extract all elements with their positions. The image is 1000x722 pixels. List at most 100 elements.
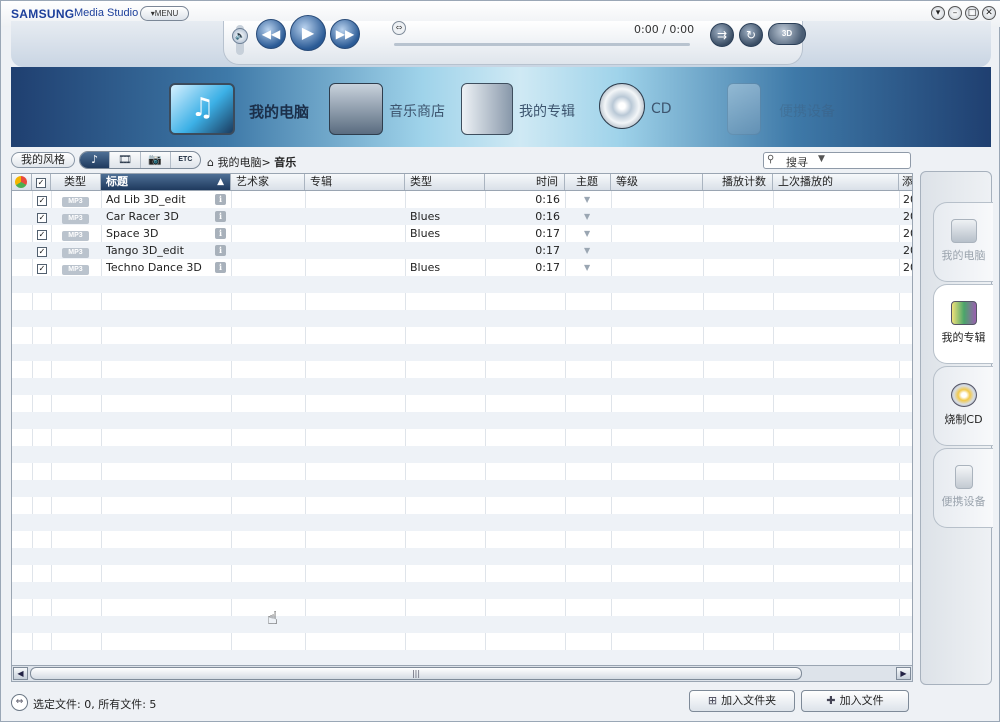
app-window: SAMSUNG Media Studio ▾MENU ▾ – □ ✕ 🔈 ◀◀ … [0,0,1000,722]
cell-time: 0:16 [535,210,560,223]
column-type[interactable]: 类型 [51,174,101,190]
breadcrumb-current: 音乐 [274,156,297,169]
filter-etc[interactable]: ETC [171,152,200,168]
info-icon[interactable]: i [215,245,226,256]
info-icon[interactable]: i [215,262,226,273]
row-checkbox[interactable]: ✓ [37,196,47,206]
column-album[interactable]: 专辑 [305,174,405,190]
column-select-all[interactable]: ✓ [32,174,51,190]
tab-portable-device[interactable]: 便携设备 [933,448,993,528]
file-table: ✓ 类型 标题 ▲ 艺术家 专辑 类型 时间 主题 等级 播放计数 上次播放的 添… [11,173,913,666]
cell-time: 0:17 [535,244,560,257]
shuffle-button[interactable]: ↻ [739,23,763,47]
theme-dropdown-icon[interactable]: ▼ [584,259,590,276]
info-icon[interactable]: i [215,211,226,222]
column-artist[interactable]: 艺术家 [231,174,305,190]
column-color-icon[interactable] [12,174,32,190]
tab-my-computer[interactable]: 我的电脑 [933,202,993,282]
filter-music-icon[interactable]: ♪ [80,152,111,168]
banner-my-album[interactable]: 我的专辑 [461,83,591,139]
column-rating[interactable]: 等级 [611,174,703,190]
banner-my-computer[interactable]: ♫ 我的电脑 [169,83,329,139]
column-genre[interactable]: 类型 [405,174,485,190]
column-play-count[interactable]: 播放计数 [703,174,773,190]
product-name: Media Studio [74,7,139,19]
progress-bar[interactable] [394,43,690,46]
select-all-checkbox[interactable]: ✓ [36,178,46,188]
minimize-button[interactable]: – [948,6,962,20]
home-icon[interactable]: ⌂ [207,156,214,169]
music-store-icon [329,83,383,135]
column-title[interactable]: 标题 ▲ [101,174,231,190]
banner-portable[interactable]: 便携设备 [727,83,857,139]
maximize-button[interactable]: □ [965,6,979,20]
theme-dropdown-icon[interactable]: ▼ [584,225,590,242]
column-added[interactable]: 添 [899,174,912,190]
album-icon [950,301,977,325]
theme-dropdown-icon[interactable]: ▼ [584,208,590,225]
3d-sound-button[interactable]: 3D [768,23,806,45]
volume-slider[interactable]: 🔈 [232,25,248,55]
breadcrumb-root[interactable]: 我的电脑 [217,156,261,169]
add-file-button[interactable]: ✚ 加入文件 [801,690,909,712]
status-bar: ⇔ 选定文件: 0, 所有文件: 5 ⊞ 加入文件夹 ✚ 加入文件 [11,689,913,715]
burn-cd-icon [950,383,977,407]
breadcrumb: ⌂ 我的电脑> 音乐 [207,154,296,170]
table-row[interactable]: ✓ MP3 Tango 3D_edit i 0:17 ▼ 20 [12,242,912,259]
tab-burn-cd[interactable]: 烧制CD [933,366,993,446]
table-row[interactable]: ✓ MP3 Techno Dance 3D i Blues 0:17 ▼ 20 [12,259,912,276]
banner-cd[interactable]: CD [599,83,699,139]
volume-icon[interactable]: 🔈 [232,28,248,44]
close-button[interactable]: ✕ [982,6,996,20]
transfer-icon[interactable]: ⇔ [11,694,28,711]
empty-row [12,361,912,378]
scroll-thumb[interactable]: ||| [30,667,802,680]
theme-dropdown-icon[interactable]: ▼ [584,191,590,208]
search-box[interactable]: ⚲ 搜寻 ▼ [763,152,911,169]
info-icon[interactable]: i [215,228,226,239]
my-style-button[interactable]: 我的风格 [11,152,75,168]
add-folder-button[interactable]: ⊞ 加入文件夹 [689,690,795,712]
column-theme[interactable]: 主题 [565,174,611,190]
theme-dropdown-icon[interactable]: ▼ [584,242,590,259]
empty-row [12,310,912,327]
right-panel: 我的电脑 我的专辑 烧制CD 便携设备 [920,171,993,685]
cell-genre: Blues [410,261,441,274]
scroll-right-button[interactable]: ▶ [896,667,911,680]
row-checkbox[interactable]: ✓ [37,247,47,257]
cell-title: Techno Dance 3D [106,261,202,274]
scroll-left-button[interactable]: ◀ [13,667,28,680]
computer-music-icon: ♫ [169,83,235,135]
menu-button[interactable]: ▾MENU [140,6,189,21]
empty-row [12,463,912,480]
filter-photo-icon[interactable]: 📷 [141,152,171,168]
column-time[interactable]: 时间 [485,174,565,190]
horizontal-scrollbar[interactable]: ◀ ||| ▶ [11,666,913,682]
tab-my-album[interactable]: 我的专辑 [933,284,993,364]
options-window-button[interactable]: ▾ [931,6,945,20]
add-file-icon: ✚ [826,694,836,707]
fast-forward-button[interactable]: ▶▶ [330,19,360,49]
info-icon[interactable]: i [215,194,226,205]
seek-icon[interactable]: ⇔ [392,21,406,35]
column-last-played[interactable]: 上次播放的 [773,174,899,190]
banner-label: 我的电脑 [249,103,310,121]
play-button[interactable]: ▶ [290,15,326,51]
row-checkbox[interactable]: ✓ [37,264,47,274]
tab-label: 我的专辑 [941,331,986,344]
column-play-count-label: 播放计数 [722,175,766,188]
table-row[interactable]: ✓ MP3 Space 3D i Blues 0:17 ▼ 20 [12,225,912,242]
empty-row [12,650,912,665]
repeat-button[interactable]: ⇉ [710,23,734,47]
row-checkbox[interactable]: ✓ [37,213,47,223]
table-row[interactable]: ✓ MP3 Car Racer 3D i Blues 0:16 ▼ 20 [12,208,912,225]
cell-genre: Blues [410,227,441,240]
chevron-down-icon[interactable]: ▼ [818,154,825,164]
banner-label: 音乐商店 [389,104,445,120]
row-checkbox[interactable]: ✓ [37,230,47,240]
banner-music-store[interactable]: 音乐商店 [329,83,459,139]
cell-title: Ad Lib 3D_edit [106,193,186,206]
rewind-button[interactable]: ◀◀ [256,19,286,49]
table-row[interactable]: ✓ MP3 Ad Lib 3D_edit i 0:16 ▼ 20 [12,191,912,208]
filter-video-icon[interactable]: 🎞 [110,152,141,168]
